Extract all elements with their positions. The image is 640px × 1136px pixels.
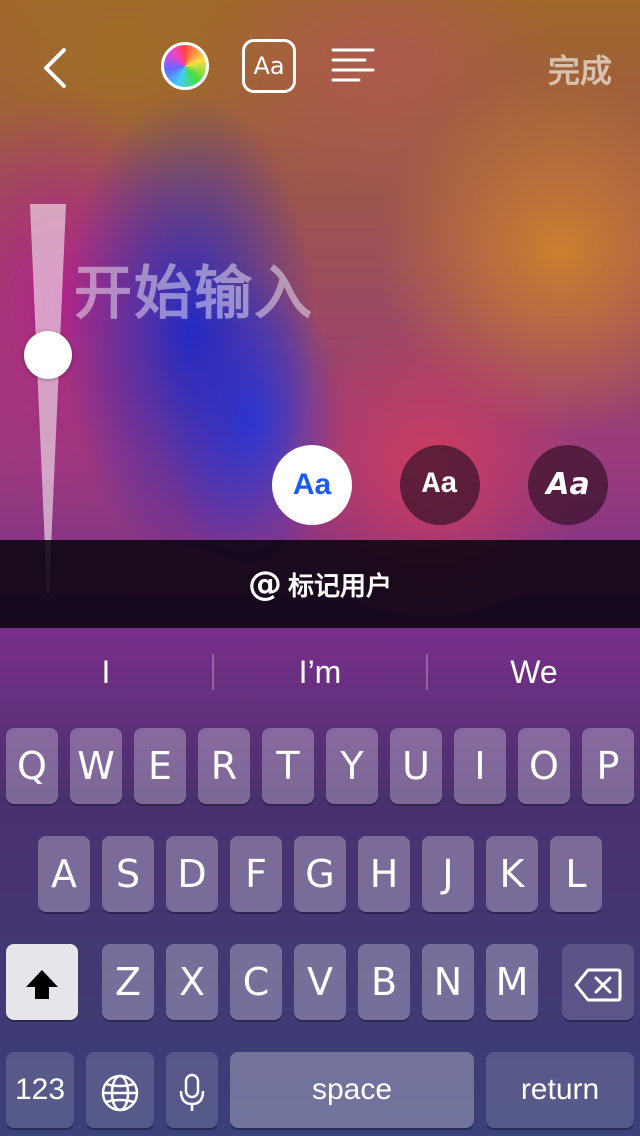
key-q[interactable]: Q	[6, 728, 58, 804]
globe-icon	[101, 1074, 139, 1111]
key-g[interactable]: G	[294, 836, 346, 912]
text-style-strong-button[interactable]: Aa	[528, 445, 608, 525]
space-key[interactable]: space	[230, 1052, 474, 1128]
text-input-placeholder[interactable]: 开始输入	[74, 246, 314, 330]
numbers-key[interactable]: 123	[6, 1052, 74, 1128]
shift-icon	[26, 969, 58, 999]
key-y[interactable]: Y	[326, 728, 378, 804]
key-u[interactable]: U	[390, 728, 442, 804]
text-align-left-icon	[331, 48, 375, 82]
mention-bar[interactable]: @ 标记用户	[0, 540, 640, 628]
at-icon: @	[247, 564, 282, 604]
key-s[interactable]: S	[102, 836, 154, 912]
mic-key[interactable]	[166, 1052, 218, 1128]
key-w[interactable]: W	[70, 728, 122, 804]
done-button[interactable]: 完成	[548, 46, 612, 92]
key-r[interactable]: R	[198, 728, 250, 804]
key-e[interactable]: E	[134, 728, 186, 804]
key-i[interactable]: I	[454, 728, 506, 804]
keyboard: I I’m We Q W E R T Y U I O P A S D F G H…	[0, 628, 640, 1136]
top-toolbar: Aa 完成	[0, 0, 640, 130]
suggestion-bar: I I’m We	[0, 628, 640, 716]
text-size-slider-track[interactable]	[28, 204, 68, 594]
chevron-left-icon	[44, 48, 66, 88]
microphone-icon	[179, 1073, 205, 1111]
key-m[interactable]: M	[486, 944, 538, 1020]
suggestion-item[interactable]: I	[0, 628, 212, 716]
text-size-slider-thumb[interactable]	[24, 331, 72, 379]
text-align-button[interactable]	[330, 46, 376, 86]
delete-key[interactable]	[562, 944, 634, 1020]
key-h[interactable]: H	[358, 836, 410, 912]
key-x[interactable]: X	[166, 944, 218, 1020]
key-f[interactable]: F	[230, 836, 282, 912]
key-l[interactable]: L	[550, 836, 602, 912]
key-z[interactable]: Z	[102, 944, 154, 1020]
back-button[interactable]	[34, 44, 78, 92]
key-d[interactable]: D	[166, 836, 218, 912]
backspace-icon	[574, 968, 622, 1001]
text-style-classic-button[interactable]: Aa	[272, 445, 352, 525]
mention-label: 标记用户	[287, 571, 392, 602]
key-a[interactable]: A	[38, 836, 90, 912]
font-button[interactable]: Aa	[242, 39, 296, 93]
globe-key[interactable]	[86, 1052, 154, 1128]
key-c[interactable]: C	[230, 944, 282, 1020]
shift-key[interactable]	[6, 944, 78, 1020]
key-j[interactable]: J	[422, 836, 474, 912]
suggestion-item[interactable]: I’m	[214, 628, 426, 716]
key-n[interactable]: N	[422, 944, 474, 1020]
key-p[interactable]: P	[582, 728, 634, 804]
key-k[interactable]: K	[486, 836, 538, 912]
key-o[interactable]: O	[518, 728, 570, 804]
return-key[interactable]: return	[486, 1052, 634, 1128]
suggestion-item[interactable]: We	[428, 628, 640, 716]
text-style-typewriter-button[interactable]: Aa	[400, 445, 480, 525]
key-t[interactable]: T	[262, 728, 314, 804]
color-picker-button[interactable]	[161, 42, 209, 90]
key-v[interactable]: V	[294, 944, 346, 1020]
key-b[interactable]: B	[358, 944, 410, 1020]
